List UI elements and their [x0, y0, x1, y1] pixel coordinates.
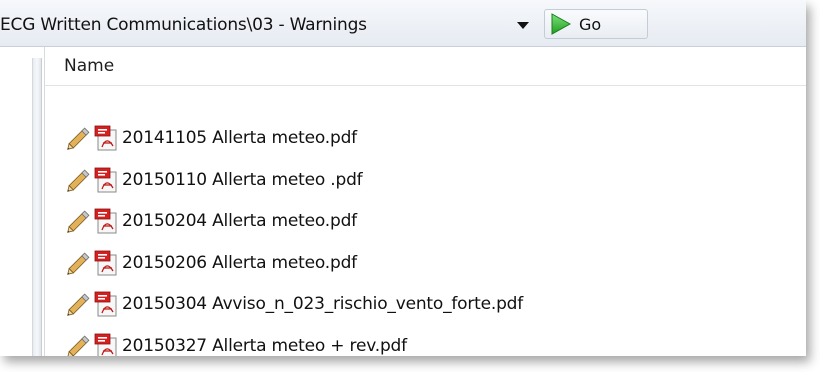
- file-name: 20150110 Allerta meteo .pdf: [122, 169, 363, 190]
- file-name: 20150206 Allerta meteo.pdf: [122, 252, 357, 273]
- file-browser-window: ECG Written Communications\03 - Warnings…: [0, 0, 806, 356]
- file-row[interactable]: 20150327 Allerta meteo + rev.pdf: [64, 332, 407, 356]
- column-header-label: Name: [64, 56, 115, 76]
- pdf-file-icon: [94, 125, 117, 151]
- column-header-name[interactable]: Name: [45, 47, 806, 86]
- pencil-icon: [67, 335, 90, 356]
- pdf-file-icon: [94, 167, 117, 193]
- pencil-icon: [67, 210, 90, 234]
- file-name: 20141105 Allerta meteo.pdf: [122, 128, 357, 148]
- path-combobox[interactable]: ECG Written Communications\03 - Warnings: [0, 12, 536, 38]
- pdf-file-icon: [94, 208, 117, 234]
- file-name: 20150204 Allerta meteo.pdf: [122, 211, 357, 232]
- pdf-file-icon: [94, 333, 117, 356]
- file-row[interactable]: 20141105 Allerta meteo.pdf: [64, 124, 357, 152]
- pencil-icon: [67, 293, 90, 317]
- chevron-down-icon[interactable]: [517, 22, 529, 29]
- pencil-icon: [67, 169, 90, 192]
- file-name: 20150327 Allerta meteo + rev.pdf: [122, 336, 407, 356]
- address-toolbar: ECG Written Communications\03 - Warnings…: [0, 0, 806, 47]
- pdf-file-icon: [94, 291, 117, 317]
- path-text[interactable]: ECG Written Communications\03 - Warnings: [0, 15, 367, 35]
- file-row[interactable]: 20150206 Allerta meteo.pdf: [64, 249, 357, 277]
- play-arrow-icon: [551, 13, 571, 35]
- pane-splitter[interactable]: [32, 58, 42, 356]
- pencil-icon: [67, 127, 90, 150]
- pencil-icon: [67, 252, 90, 275]
- pdf-file-icon: [94, 250, 117, 276]
- navigation-pane: [0, 47, 32, 356]
- go-button[interactable]: Go: [544, 9, 648, 39]
- file-row[interactable]: 20150110 Allerta meteo .pdf: [64, 166, 363, 194]
- file-name: 20150304 Avviso_n_023_rischio_vento_fort…: [122, 294, 524, 315]
- file-row[interactable]: 20150204 Allerta meteo.pdf: [64, 207, 357, 235]
- file-row[interactable]: 20150304 Avviso_n_023_rischio_vento_fort…: [64, 290, 523, 318]
- go-button-label: Go: [579, 14, 602, 34]
